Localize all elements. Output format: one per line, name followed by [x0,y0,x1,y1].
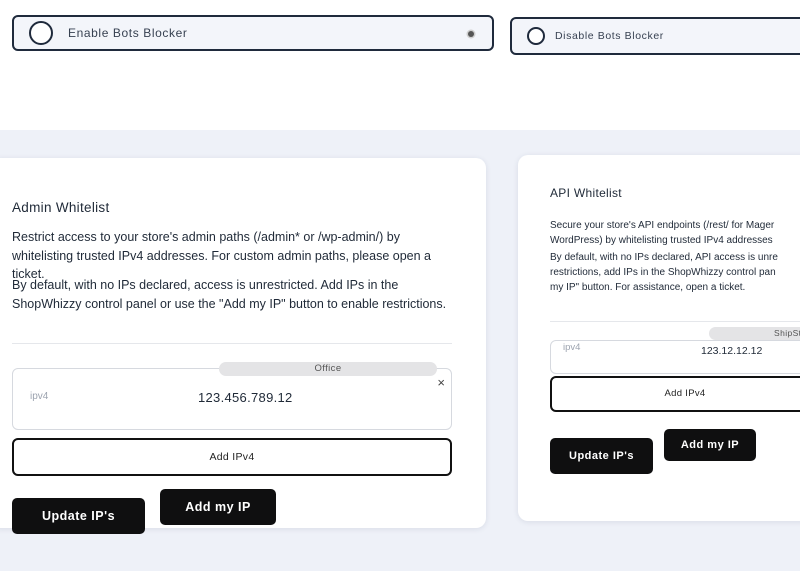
update-ips-button[interactable]: Update IP's [12,498,145,534]
add-my-ip-button[interactable]: Add my IP [160,489,276,525]
ip-address-value[interactable]: 123.12.12.12 [701,345,762,357]
ipv4-placeholder: ipv4 [563,342,581,353]
divider [12,343,452,344]
api-description-line: Secure your store's API endpoints (/rest… [550,220,775,231]
enable-radio-button[interactable] [29,21,53,45]
status-dot-icon [468,31,474,37]
api-note-line: my IP" button. For assistance, open a ti… [550,281,746,293]
ip-label-tag[interactable]: ShipSta [709,327,800,340]
enable-bots-blocker-option[interactable]: Enable Bots Blocker [12,15,494,51]
divider [550,321,800,322]
admin-whitelist-default-note: By default, with no IPs declared, access… [12,278,447,311]
ip-label-tag[interactable]: Office [219,362,437,376]
update-ips-button[interactable]: Update IP's [550,438,653,474]
api-note-line: By default, with no IPs declared, API ac… [550,252,778,263]
enable-bots-blocker-label: Enable Bots Blocker [68,26,188,40]
disable-bots-blocker-label: Disable Bots Blocker [555,30,664,42]
add-my-ip-button[interactable]: Add my IP [664,429,756,461]
api-note-line: restrictions, add IPs in the ShopWhizzy … [550,266,776,278]
disable-bots-blocker-option[interactable]: Disable Bots Blocker [510,17,800,55]
api-whitelist-title: API Whitelist [550,186,622,200]
api-whitelist-default-note: By default, with no IPs declared, API ac… [550,251,800,295]
close-icon[interactable]: × [437,375,445,390]
admin-whitelist-title: Admin Whitelist [12,200,110,215]
api-whitelist-card: API Whitelist Secure your store's API en… [518,155,800,521]
add-ipv4-button[interactable]: Add IPv4 [12,438,452,476]
api-whitelist-description: Secure your store's API endpoints (/rest… [550,219,800,249]
admin-whitelist-card: Admin Whitelist Restrict access to your … [0,158,486,534]
api-ip-entry[interactable]: ipv4 ShipSta 123.12.12.12 [550,327,800,374]
ip-address-value[interactable]: 123.456.789.12 [198,390,293,405]
api-description-line: WordPress) by whitelisting trusted IPv4 … [550,234,773,246]
ipv4-placeholder: ipv4 [30,391,49,402]
add-ipv4-button[interactable]: Add IPv4 [550,376,800,412]
admin-ip-entry[interactable]: ipv4 Office 123.456.789.12 × [12,362,452,430]
disable-radio-button[interactable] [527,27,545,45]
